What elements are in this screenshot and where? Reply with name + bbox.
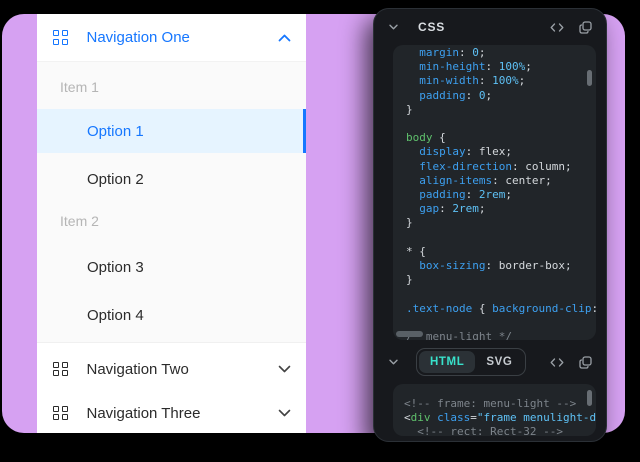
chevron-down-icon <box>278 409 291 417</box>
html-code-block: <!-- frame: menu-light --><div class="fr… <box>393 384 596 436</box>
menu-item-label: Navigation Three <box>87 405 279 422</box>
horizontal-scrollbar-thumb[interactable] <box>396 331 423 337</box>
copy-icon[interactable] <box>576 18 594 36</box>
chevron-down-icon[interactable] <box>384 353 402 371</box>
appstore-grid-icon <box>53 362 68 377</box>
appstore-grid-icon <box>53 406 68 421</box>
menu-option-1[interactable]: Option 1 <box>37 109 306 153</box>
vertical-scrollbar-thumb[interactable] <box>587 70 592 86</box>
menu-group-item-2: Item 2 <box>37 206 306 236</box>
css-section-title: CSS <box>418 20 445 34</box>
menu-option-3[interactable]: Option 3 <box>37 245 306 289</box>
menu-option-4[interactable]: Option 4 <box>37 293 306 337</box>
navigation-menu: Navigation One Item 1 Option 1 Option 2 … <box>37 14 306 433</box>
vertical-scrollbar-thumb[interactable] <box>587 390 592 406</box>
css-section-header: CSS <box>374 9 606 45</box>
chevron-down-icon[interactable] <box>384 18 402 36</box>
code-inspector-panel: CSS margin: 0; min-height: 100%; min-wid… <box>373 8 607 442</box>
menu-item-navigation-three[interactable]: Navigation Three <box>37 391 306 433</box>
code-format-tabs: HTML SVG <box>416 348 526 376</box>
html-code-lines: <!-- frame: menu-light --><div class="fr… <box>404 397 596 436</box>
menu-group-item-1: Item 1 <box>37 72 306 102</box>
navigation-one-submenu: Item 1 Option 1 Option 2 Item 2 Option 3… <box>37 61 306 343</box>
menu-item-navigation-one[interactable]: Navigation One <box>37 14 306 61</box>
menu-item-navigation-two[interactable]: Navigation Two <box>37 347 306 391</box>
view-code-icon[interactable] <box>548 353 566 371</box>
chevron-up-icon <box>278 34 291 42</box>
screenshot-stage: Navigation One Item 1 Option 1 Option 2 … <box>0 0 640 462</box>
css-code-lines: margin: 0; min-height: 100%; min-width: … <box>406 46 596 340</box>
copy-icon[interactable] <box>576 353 594 371</box>
tab-svg[interactable]: SVG <box>475 351 523 373</box>
css-code-block: margin: 0; min-height: 100%; min-width: … <box>393 45 596 340</box>
html-section-header: HTML SVG <box>374 340 606 384</box>
menu-option-2[interactable]: Option 2 <box>37 157 306 201</box>
chevron-down-icon <box>278 365 291 373</box>
tab-html[interactable]: HTML <box>419 351 475 373</box>
menu-item-label: Navigation Two <box>87 361 279 378</box>
menu-item-label: Navigation One <box>87 29 279 46</box>
appstore-grid-icon <box>53 30 68 45</box>
view-code-icon[interactable] <box>548 18 566 36</box>
